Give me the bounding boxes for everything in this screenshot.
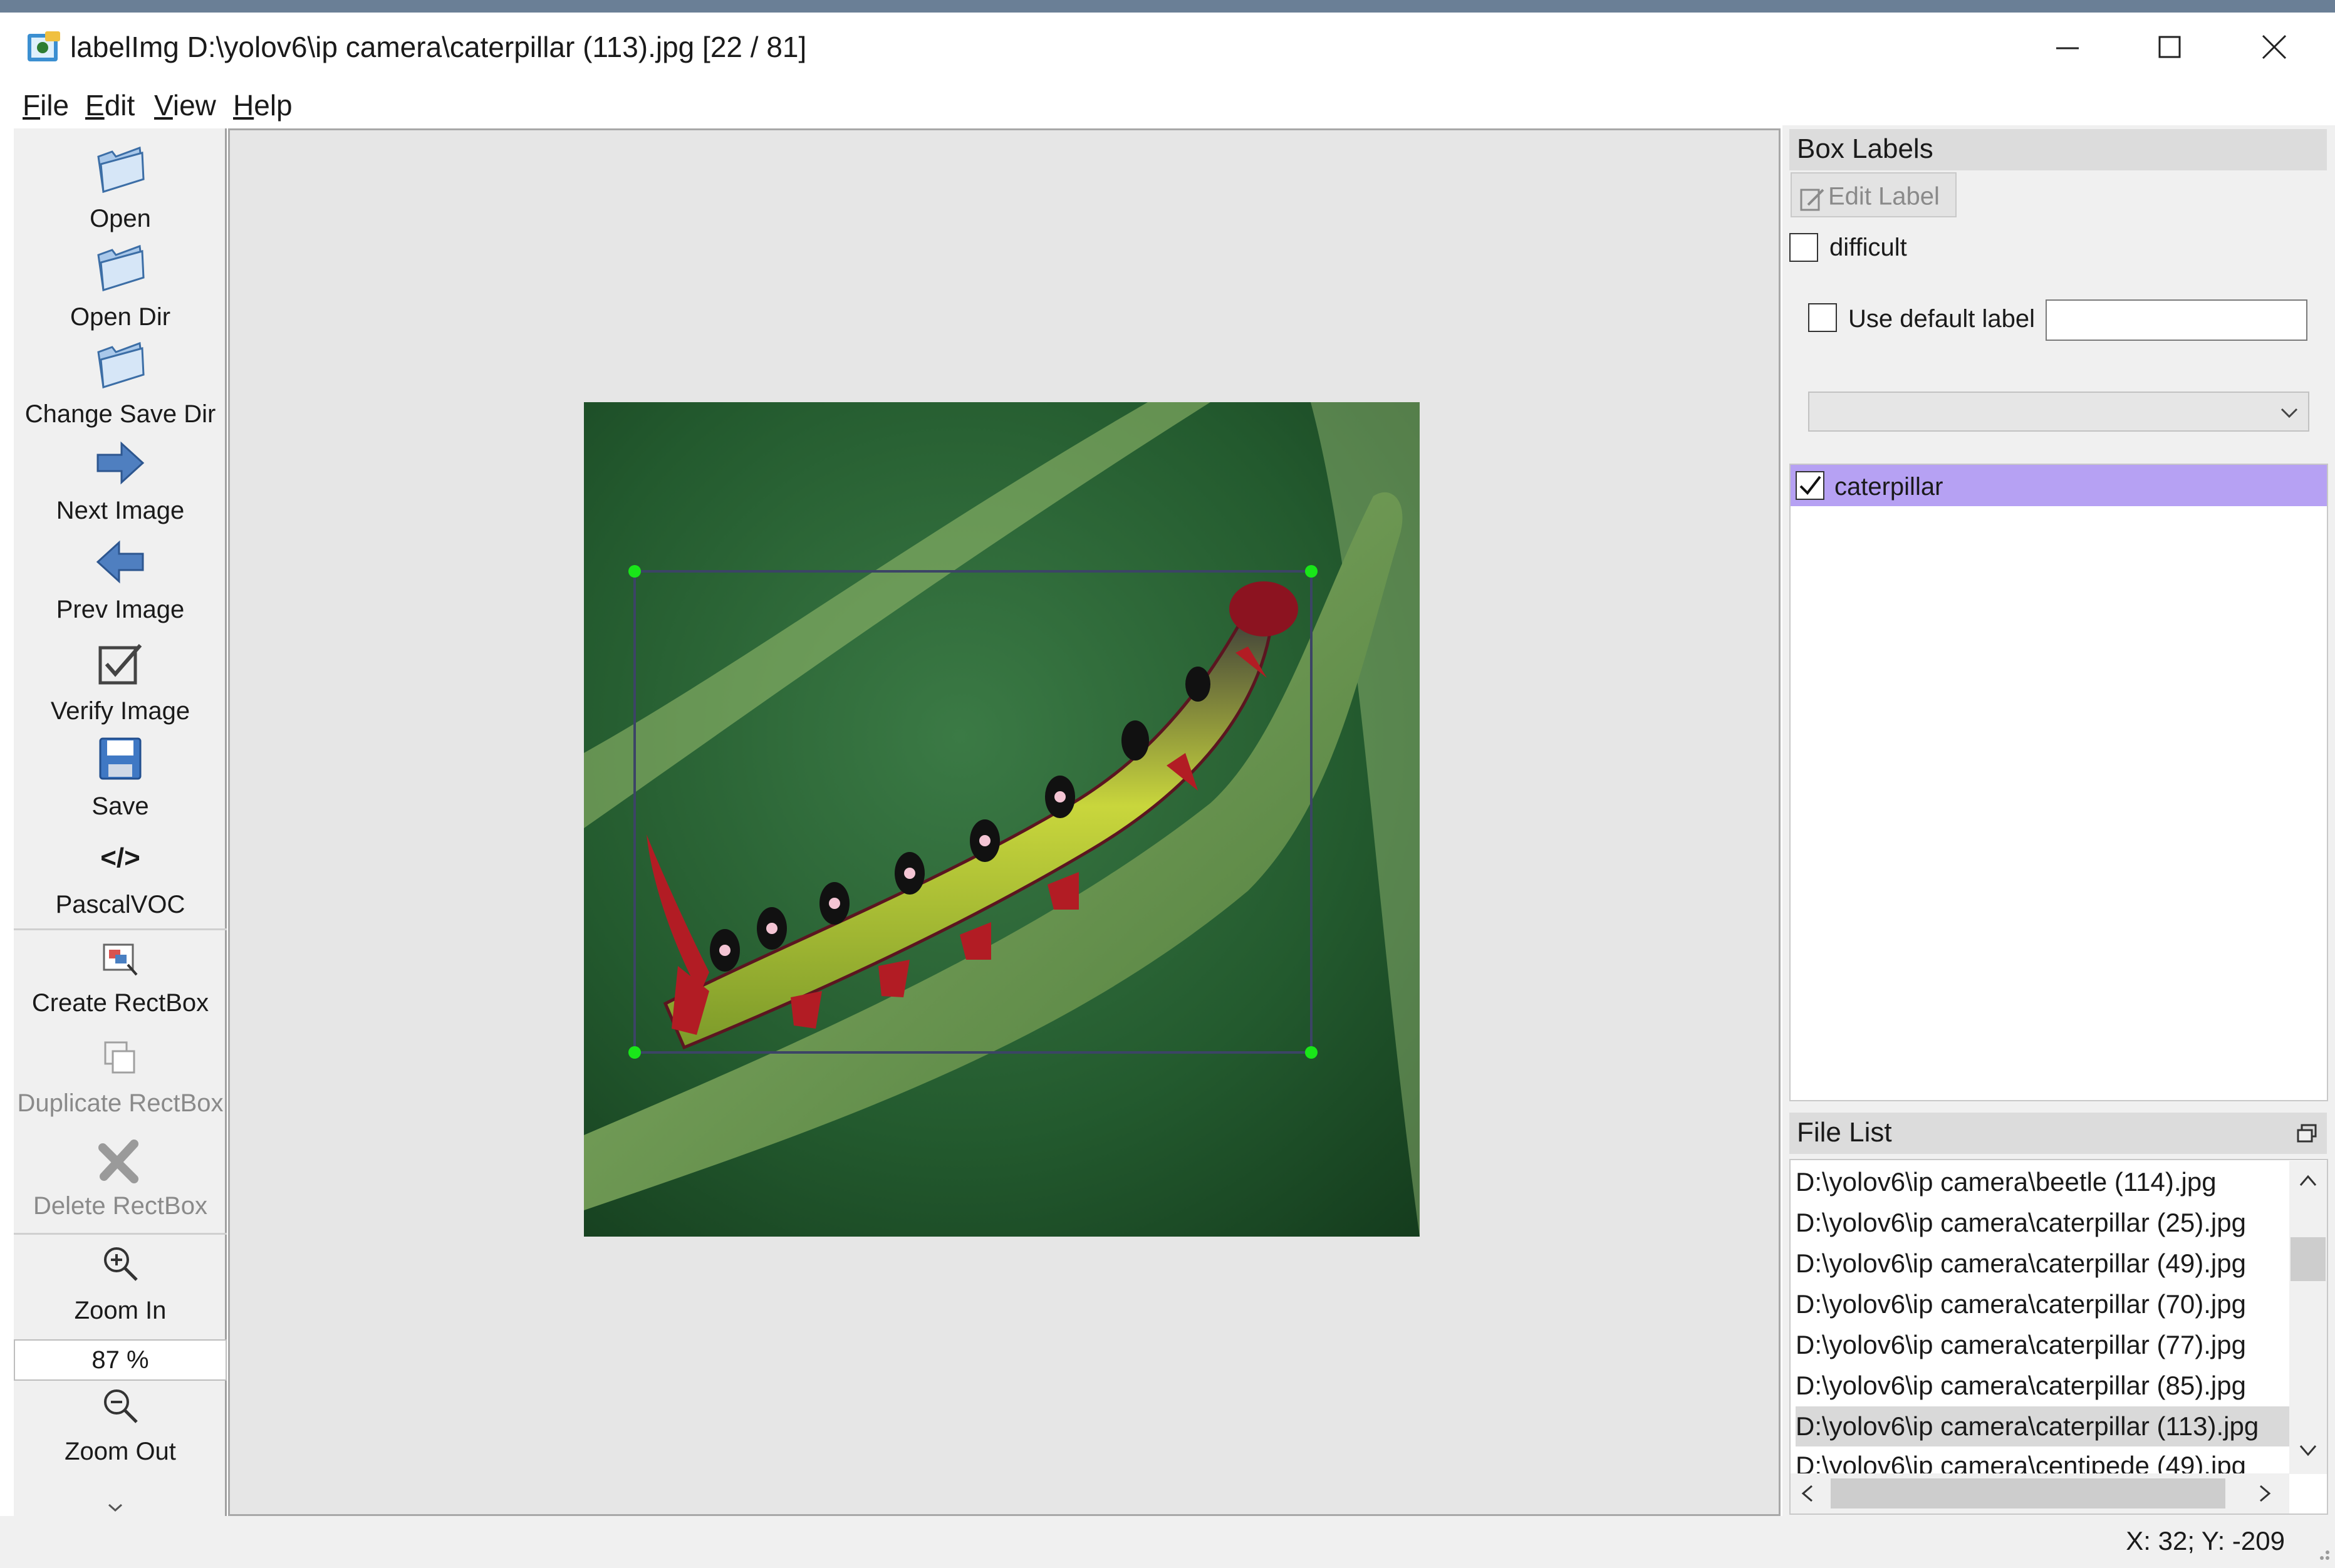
delete-rectbox-button[interactable]: Delete RectBox	[14, 1135, 227, 1229]
zoom-in-icon	[14, 1243, 227, 1284]
floppy-disk-icon	[14, 737, 227, 781]
open-button[interactable]: Open	[14, 143, 227, 237]
create-rectbox-button[interactable]: Create RectBox	[14, 940, 227, 1034]
file-list-hscroll-thumb[interactable]	[1831, 1478, 2225, 1508]
label-item-checkbox[interactable]	[1796, 471, 1824, 500]
box-labels-title: Box Labels	[1789, 129, 2327, 170]
arrow-right-icon	[14, 441, 227, 485]
difficult-label: difficult	[1829, 234, 1907, 261]
close-button[interactable]	[2227, 19, 2321, 75]
next-image-button[interactable]: Next Image	[14, 439, 227, 532]
edit-pencil-icon	[1799, 183, 1826, 211]
file-list-item[interactable]: D:\yolov6\ip camera\caterpillar (85).jpg	[1796, 1366, 2303, 1406]
file-list-item-selected[interactable]: D:\yolov6\ip camera\caterpillar (113).jp…	[1796, 1406, 2303, 1446]
scroll-right-icon[interactable]	[2255, 1482, 2274, 1505]
zoom-value-spinbox[interactable]: 87 %	[14, 1339, 227, 1381]
scroll-down-icon[interactable]	[2297, 1441, 2319, 1460]
save-button[interactable]: Save	[14, 734, 227, 828]
prev-image-button[interactable]: Prev Image	[14, 537, 227, 631]
checkbox-checked-icon	[14, 641, 227, 687]
verify-image-button[interactable]: Verify Image	[14, 639, 227, 733]
caterpillar-photo[interactable]	[584, 402, 1420, 1237]
folder-icon	[14, 143, 227, 195]
edit-label-button[interactable]: Edit Label	[1791, 172, 1957, 217]
scroll-up-icon[interactable]	[2297, 1171, 2319, 1190]
zoom-out-button[interactable]: Zoom Out	[14, 1386, 227, 1480]
dock-float-icon[interactable]	[2296, 1123, 2318, 1145]
file-list-item[interactable]: D:\yolov6\ip camera\centipede (49).jpg	[1796, 1446, 2303, 1473]
file-list-item[interactable]: D:\yolov6\ip camera\caterpillar (70).jpg	[1796, 1284, 2303, 1324]
menu-view[interactable]: View	[150, 86, 220, 124]
folder-icon	[14, 241, 227, 294]
delete-icon	[14, 1138, 227, 1185]
file-list-scroll-thumb[interactable]	[2291, 1237, 2326, 1281]
default-label-input[interactable]	[2046, 299, 2307, 341]
file-list-item[interactable]: D:\yolov6\ip camera\caterpillar (77).jpg	[1796, 1325, 2303, 1365]
file-list-vertical-scrollbar[interactable]	[2289, 1161, 2327, 1474]
file-list-item[interactable]: D:\yolov6\ip camera\caterpillar (25).jpg	[1796, 1203, 2303, 1243]
change-save-dir-button[interactable]: Change Save Dir	[14, 338, 227, 432]
code-icon: </>	[100, 843, 140, 873]
folder-icon	[14, 338, 227, 391]
file-list-item[interactable]: D:\yolov6\ip camera\beetle (114).jpg	[1796, 1162, 2303, 1202]
maximize-button[interactable]	[2123, 19, 2217, 75]
menu-file[interactable]: File	[19, 86, 73, 124]
chevron-down-icon	[2279, 403, 2299, 423]
toolbar-separator	[14, 1233, 227, 1235]
create-rectbox-icon	[14, 940, 227, 980]
resize-grip-icon[interactable]	[2312, 1542, 2331, 1561]
minimize-button[interactable]	[2020, 19, 2114, 75]
checkmark-icon	[1799, 475, 1821, 496]
duplicate-icon	[14, 1039, 227, 1079]
status-bar	[0, 1516, 2335, 1568]
open-dir-button[interactable]: Open Dir	[14, 241, 227, 335]
use-default-label-checkbox[interactable]	[1808, 303, 1837, 332]
use-default-label-label: Use default label	[1848, 305, 2035, 333]
difficult-checkbox[interactable]	[1789, 233, 1818, 262]
toolbar-overflow-chevron-icon[interactable]	[108, 1503, 123, 1512]
file-list-title: File List	[1789, 1113, 2327, 1154]
window-top-strip	[0, 0, 2335, 13]
duplicate-rectbox-button[interactable]: Duplicate RectBox	[14, 1039, 227, 1133]
cursor-coordinates: X: 32; Y: -209	[2126, 1526, 2285, 1555]
file-list-item[interactable]: D:\yolov6\ip camera\caterpillar (49).jpg	[1796, 1243, 2303, 1284]
label-item-text: caterpillar	[1834, 473, 1943, 501]
window-title: labelImg D:\yolov6\ip camera\caterpillar…	[70, 31, 807, 63]
toolbar-separator	[14, 928, 227, 930]
menu-edit[interactable]: Edit	[81, 86, 138, 124]
scroll-left-icon[interactable]	[1798, 1482, 1817, 1505]
zoom-in-button[interactable]: Zoom In	[14, 1243, 227, 1337]
menu-help[interactable]: Help	[229, 86, 296, 124]
menu-bar	[0, 81, 2335, 128]
labelimg-app-icon	[26, 30, 61, 65]
annotation-format-button[interactable]: </> PascalVOC	[14, 836, 227, 930]
label-combo-box[interactable]	[1808, 392, 2309, 432]
zoom-out-icon	[14, 1386, 227, 1426]
arrow-left-icon	[14, 540, 227, 584]
box-labels-list	[1789, 464, 2328, 1101]
